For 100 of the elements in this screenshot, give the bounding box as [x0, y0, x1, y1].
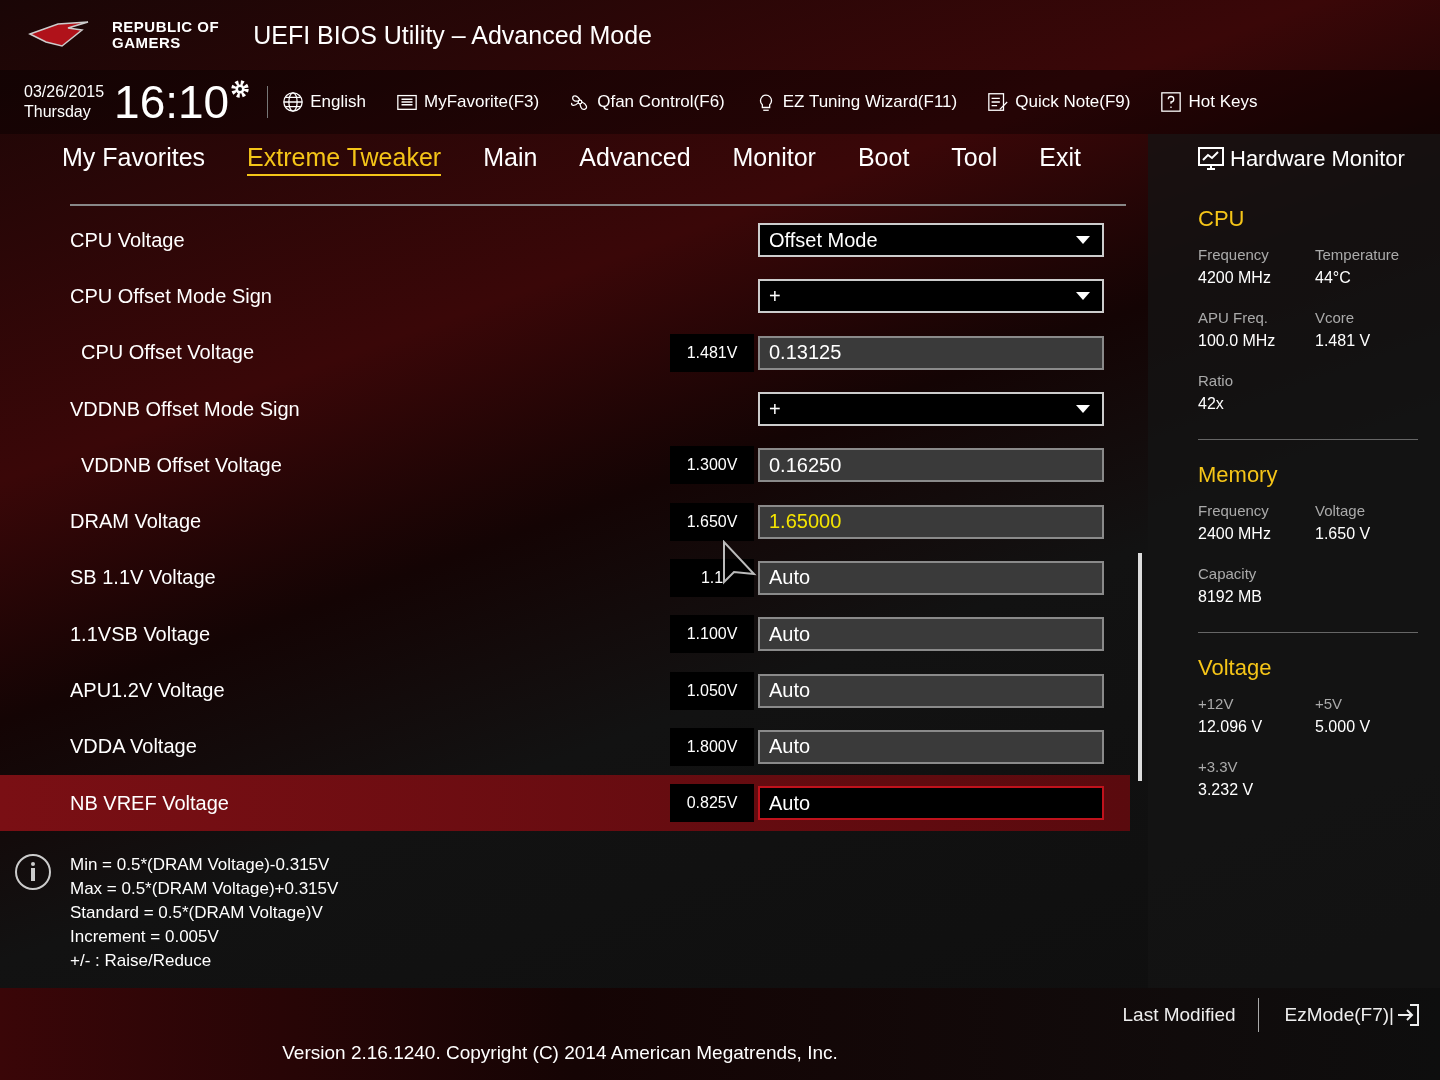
- monitor-label: +5V: [1315, 695, 1344, 712]
- value-field[interactable]: Auto: [758, 560, 1104, 595]
- monitor-value: 8192 MB: [1198, 588, 1264, 606]
- monitor-label: APU Freq.: [1198, 309, 1270, 326]
- dropdown[interactable]: Offset Mode: [758, 223, 1104, 258]
- scrollbar-thumb[interactable]: [1138, 552, 1142, 782]
- menu-tab[interactable]: Tool: [951, 142, 998, 176]
- setting-row[interactable]: VDDNB Offset Mode Sign +: [0, 380, 1130, 438]
- setting-row[interactable]: SB 1.1V Voltage 1.1 Auto: [0, 549, 1130, 607]
- menu-tab[interactable]: Boot: [857, 142, 910, 176]
- menu-tab[interactable]: Monitor: [732, 142, 816, 176]
- caret-icon: [1076, 236, 1090, 245]
- setting-label: SB 1.1V Voltage: [70, 566, 216, 590]
- dropdown[interactable]: +: [758, 279, 1104, 314]
- menu-tab[interactable]: My Favorites: [62, 142, 206, 176]
- value-field[interactable]: 0.13125: [758, 335, 1104, 370]
- value-field[interactable]: Auto: [758, 617, 1104, 652]
- dropdown[interactable]: +: [758, 392, 1104, 427]
- monitor-label: +12V: [1198, 695, 1235, 712]
- monitor-label: Temperature: [1315, 246, 1401, 263]
- setting-row[interactable]: CPU Offset Mode Sign +: [0, 268, 1130, 325]
- monitor-value: 4200 MHz: [1198, 269, 1272, 287]
- monitor-value: 1.650 V: [1315, 525, 1372, 543]
- monitor-label: Capacity: [1198, 565, 1258, 582]
- help-text: Min = 0.5*(DRAM Voltage)-0.315V: [70, 854, 331, 877]
- setting-label: VDDNB Offset Mode Sign: [70, 397, 300, 421]
- setting-row[interactable]: DRAM Voltage 1.650V 1.65000: [0, 493, 1130, 550]
- toolbar-button[interactable]: English: [282, 91, 366, 113]
- setting-row[interactable]: NB VREF Voltage 0.825V Auto: [0, 774, 1130, 832]
- setting-label: CPU Voltage: [70, 228, 185, 252]
- voltage-reading: 1.300V: [670, 446, 754, 485]
- value-field[interactable]: 1.65000: [758, 504, 1104, 539]
- monitor-label: +3.3V: [1198, 758, 1239, 775]
- monitor-label: Ratio: [1198, 372, 1235, 389]
- caret-icon: [1076, 292, 1090, 301]
- brand-text: REPUBLIC OF: [112, 19, 220, 35]
- setting-label: DRAM Voltage: [70, 510, 202, 534]
- setting-label: CPU Offset Mode Sign: [70, 284, 272, 308]
- help-text: Increment = 0.005V: [70, 926, 220, 949]
- monitor-label: Frequency: [1198, 246, 1270, 263]
- logo-icon: [28, 20, 90, 50]
- setting-label: CPU Offset Voltage: [80, 341, 255, 365]
- voltage-reading: 1.800V: [670, 727, 754, 766]
- menu-tab[interactable]: Main: [483, 142, 538, 176]
- setting-label: VDDNB Offset Voltage: [80, 453, 282, 477]
- settings-icon[interactable]: [229, 78, 252, 100]
- toolbar-button[interactable]: EZ Tuning Wizard(F11): [754, 91, 958, 113]
- value-field[interactable]: 0.16250: [758, 448, 1104, 483]
- menu-tab[interactable]: Exit: [1039, 142, 1081, 176]
- toolbar-button[interactable]: Hot Keys: [1160, 91, 1258, 113]
- voltage-reading: 1.050V: [670, 671, 754, 710]
- setting-row[interactable]: APU1.2V Voltage 1.050V Auto: [0, 662, 1130, 719]
- monitor-value: 1.481 V: [1315, 332, 1372, 350]
- setting-label: NB VREF Voltage: [70, 791, 229, 815]
- setting-row[interactable]: VDDNB Offset Voltage 1.300V 0.16250: [0, 437, 1130, 494]
- voltage-reading: 0.825V: [670, 784, 754, 823]
- voltage-reading: 1.481V: [670, 333, 754, 372]
- setting-row[interactable]: 1.1VSB Voltage 1.100V Auto: [0, 606, 1130, 663]
- section-title: Memory: [1198, 462, 1279, 488]
- section-title: Voltage: [1198, 655, 1273, 681]
- help-text: Max = 0.5*(DRAM Voltage)+0.315V: [70, 878, 339, 901]
- monitor-value: 42x: [1198, 395, 1225, 413]
- voltage-reading: 1.100V: [670, 615, 754, 654]
- last-modified-button[interactable]: Last Modified: [1122, 1004, 1236, 1026]
- value-field[interactable]: Auto: [758, 673, 1104, 708]
- setting-row[interactable]: CPU Offset Voltage 1.481V 0.13125: [0, 324, 1130, 381]
- help-text: Standard = 0.5*(DRAM Voltage)V: [70, 902, 324, 925]
- globe-icon: [282, 91, 305, 113]
- help-text: +/- : Raise/Reduce: [70, 950, 213, 973]
- toolbar-button[interactable]: Quick Note(F9): [987, 91, 1131, 113]
- toolbar-button[interactable]: MyFavorite(F3): [395, 91, 540, 113]
- toolbar-button[interactable]: Qfan Control(F6): [569, 91, 725, 113]
- note-icon: [987, 91, 1010, 113]
- setting-label: APU1.2V Voltage: [70, 679, 225, 702]
- menu-tab[interactable]: Advanced: [579, 142, 691, 176]
- monitor-label: Frequency: [1198, 502, 1270, 519]
- version-text: Version 2.16.1240. Copyright (C) 2014 American Megatrends, Inc.: [282, 1042, 838, 1064]
- setting-row[interactable]: VDDA Voltage 1.800V Auto: [0, 718, 1130, 775]
- monitor-icon: [1198, 147, 1224, 171]
- setting-row[interactable]: CPU Voltage Offset Mode: [0, 212, 1130, 269]
- brand-text: GAMERS: [112, 35, 182, 51]
- monitor-value: 3.232 V: [1198, 781, 1255, 799]
- setting-label: 1.1VSB Voltage: [70, 622, 211, 646]
- day-text: Thursday: [24, 102, 92, 122]
- ez-mode-button[interactable]: EzMode(F7)|: [1284, 1004, 1420, 1026]
- info-icon: [14, 853, 52, 892]
- monitor-label: Voltage: [1315, 502, 1367, 519]
- help-icon: [1160, 91, 1183, 113]
- monitor-value: 5.000 V: [1315, 718, 1372, 736]
- date-text: 03/26/2015: [24, 82, 105, 102]
- monitor-value: 100.0 MHz: [1198, 332, 1277, 350]
- setting-label: VDDA Voltage: [70, 735, 197, 759]
- menu-tab[interactable]: Extreme Tweaker: [247, 142, 442, 176]
- monitor-label: Vcore: [1315, 309, 1356, 326]
- monitor-value: 12.096 V: [1198, 718, 1264, 736]
- monitor-value: 2400 MHz: [1198, 525, 1272, 543]
- caret-icon: [1076, 405, 1090, 414]
- value-field[interactable]: Auto: [758, 729, 1104, 764]
- clock-time: 16:10: [114, 75, 230, 129]
- value-field[interactable]: Auto: [758, 786, 1104, 821]
